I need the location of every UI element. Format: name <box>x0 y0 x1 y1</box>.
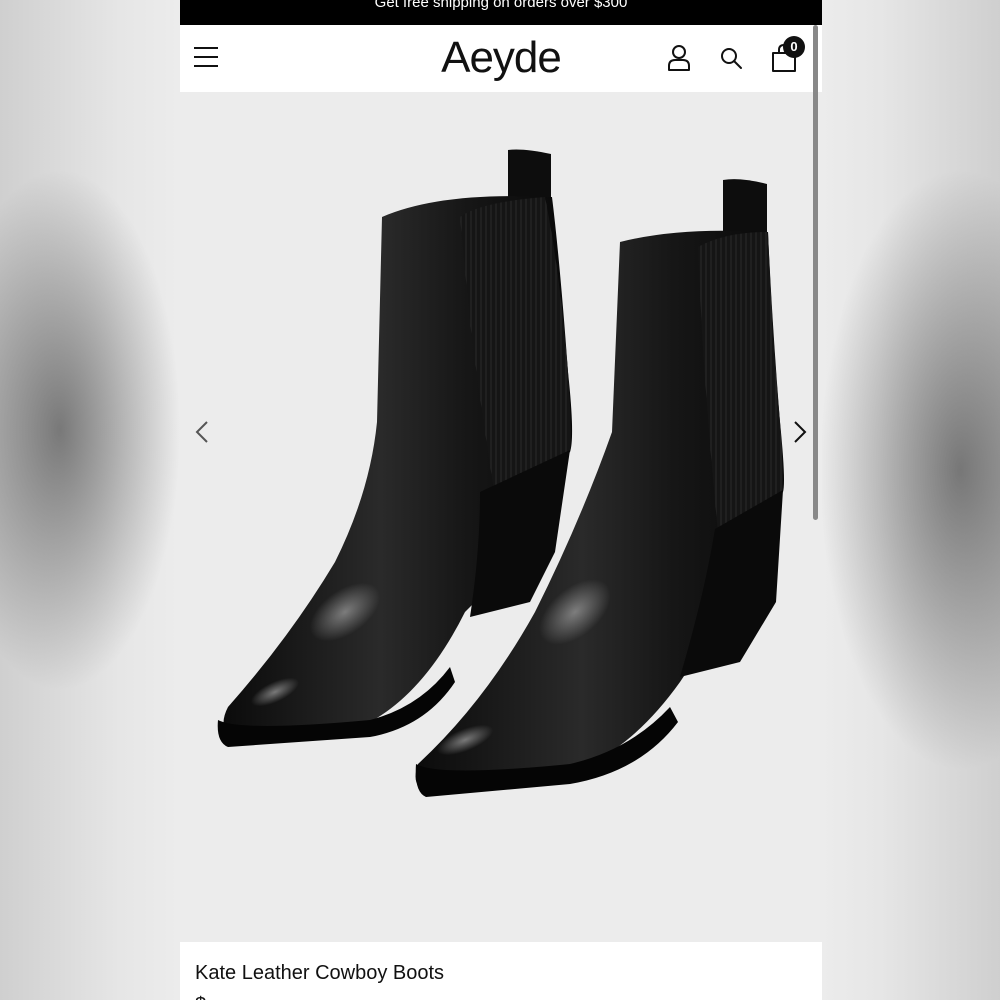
page-scrollbar[interactable] <box>813 25 818 520</box>
product-price: $ <box>195 994 206 1000</box>
product-info: Kate Leather Cowboy Boots $ <box>180 942 822 1000</box>
site-header: Aeyde 0 <box>180 25 822 92</box>
cart-count-badge: 0 <box>783 36 805 58</box>
product-image <box>217 149 784 797</box>
promo-text: Get free shipping on orders over $300 <box>374 0 628 11</box>
chevron-right-icon[interactable] <box>784 417 814 447</box>
promo-banner[interactable]: Get free shipping on orders over $300 <box>180 0 822 25</box>
search-icon[interactable] <box>714 41 748 75</box>
account-icon[interactable] <box>662 41 696 75</box>
product-title: Kate Leather Cowboy Boots <box>195 962 445 984</box>
product-image-gallery[interactable] <box>180 92 822 942</box>
chevron-left-icon[interactable] <box>188 417 218 447</box>
mobile-page: Get free shipping on orders over $300 Ae… <box>180 0 822 1000</box>
